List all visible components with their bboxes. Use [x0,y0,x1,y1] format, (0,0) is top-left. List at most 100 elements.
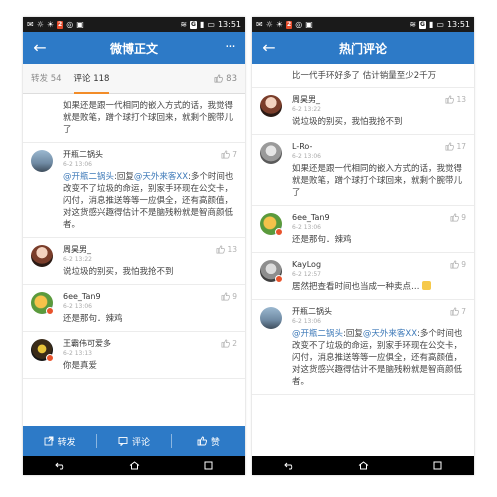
like-button[interactable]: 7 [450,307,466,316]
thumb-up-icon [445,95,455,104]
like-count: 9 [461,260,466,269]
reply-label: :回复 [343,329,363,339]
list-item[interactable]: 周昊男_ 6-2 13:22 说垃圾的别买，我怕我抢不到 13 [252,88,474,135]
mention-link[interactable]: @天外来客XX [363,329,417,339]
left-phone-screen: ✉ ☼ ☀ 2 ◎ ▣ ≋ G ▮ ▭ 13:51 ← 微博正文 ··· 转发 … [23,17,245,475]
list-item[interactable]: 6ee_Tan9 6-2 13:06 还是那句．辣鸡 9 [252,206,474,253]
comment-author[interactable]: KayLog [292,259,466,270]
comment-date: 6-2 13:06 [292,224,321,231]
avatar[interactable] [31,245,53,267]
tab-reposts[interactable]: 转发 54 [31,64,62,94]
list-item[interactable]: L-Ro- 6-2 13:06 如果还是跟一代相同的嵌入方式的话，我觉得就是败笔… [252,135,474,206]
mention-link[interactable]: @天外来客XX [134,172,188,182]
status-bar: ✉ ☼ ☀ 2 ◎ ▣ ≋ G ▮ ▭ 13:51 [23,17,245,32]
like-button[interactable]: 9 [221,292,237,301]
comment-text: 说垃圾的别买，我怕我抢不到 [63,267,174,277]
comment-author[interactable]: 开瓶二锅头 [292,306,466,317]
like-button[interactable]: 2 [221,339,237,348]
like-count: 9 [232,292,237,301]
avatar[interactable] [260,142,282,164]
system-nav-bar [252,456,474,475]
verified-badge [275,228,283,236]
home-icon [129,461,139,470]
repost-button[interactable]: 转发 [23,426,96,456]
weather-icon: ☼ [265,19,273,29]
comment-text: 说垃圾的别买，我怕我抢不到 [292,117,403,127]
nav-back-button[interactable] [279,456,299,475]
comment-date: 6-2 12:57 [292,271,321,278]
signal-icon: ▮ [199,19,205,29]
comment-author[interactable]: 王霸伟可爱多 [63,338,237,349]
more-options-icon[interactable]: ··· [221,38,239,58]
nav-recents-button[interactable] [427,456,447,475]
like-count: 9 [461,213,466,222]
comment-text: 如果还是跟一代相同的嵌入方式的话，我觉得就是败笔，蹭个球打个球回来，就剩个腕带儿… [292,164,463,198]
back-icon [283,462,292,469]
like-count: 13 [456,95,466,104]
back-arrow-icon[interactable]: ← [31,38,49,58]
comment-author[interactable]: 6ee_Tan9 [63,291,237,302]
comment-author[interactable]: 周昊男_ [63,244,237,255]
comment-text: 还是那句．辣鸡 [63,314,123,324]
mention-link[interactable]: @开瓶二锅头 [292,329,343,339]
hot-comment-list[interactable]: 比一代手环好多了 估计销量至少2千万 周昊男_ 6-2 13:22 说垃圾的别买… [252,64,474,456]
nav-recents-button[interactable] [198,456,218,475]
comment-author[interactable]: 周昊男_ [292,94,466,105]
like-count: 13 [227,245,237,254]
list-item[interactable]: KayLog 6-2 12:57 居然把查看时间也当成一种卖点… 9 [252,253,474,300]
like-button[interactable]: 7 [221,150,237,159]
right-phone-screen: ✉ ☼ ☀ 2 ◎ ▣ ≋ G ▮ ▭ 13:51 ← 热门评论 比一代手环好多… [252,17,474,475]
list-item[interactable]: 周昊男_ 6-2 13:22 说垃圾的别买，我怕我抢不到 13 [23,238,245,285]
list-item: 如果还是跟一代相同的嵌入方式的话，我觉得就是败笔，蹭个球打个球回来，就剩个腕带儿… [23,94,245,143]
network-type-badge: G [190,20,197,29]
tab-comments[interactable]: 评论 118 [73,64,110,94]
list-item[interactable]: 6ee_Tan9 6-2 13:06 还是那句．辣鸡 9 [23,285,245,332]
like-button[interactable]: 9 [450,260,466,269]
mention-link[interactable]: @开瓶二锅头 [63,172,114,182]
comment-author[interactable]: 开瓶二锅头 [63,149,237,160]
comment-author[interactable]: L-Ro- [292,141,466,152]
back-icon [54,462,63,469]
thumb-up-icon [214,74,224,83]
nav-home-button[interactable] [353,456,373,475]
clock: 13:51 [217,20,241,29]
like-button[interactable]: 13 [216,245,237,254]
nav-back-button[interactable] [50,456,70,475]
tab-likes[interactable]: 83 [214,74,237,84]
wechat-icon: ◎ [295,19,303,29]
comment-date: 6-2 13:06 [292,153,321,160]
comment-author[interactable]: 6ee_Tan9 [292,212,466,223]
sun-icon: ☀ [46,19,55,29]
network-type-badge: G [419,20,426,29]
sun-icon: ☀ [275,19,284,29]
list-item[interactable]: 王霸伟可爱多 6-2 13:13 你是真爱 2 [23,332,245,379]
title-bar: ← 微博正文 ··· [23,32,245,64]
status-bar: ✉ ☼ ☀ 2 ◎ ▣ ≋ G ▮ ▭ 13:51 [252,17,474,32]
like-action-button[interactable]: 赞 [172,426,245,456]
verified-badge [46,307,54,315]
thumb-up-icon [216,245,226,254]
battery-icon: ▭ [436,19,444,29]
likes-count: 83 [226,73,237,84]
comment-list[interactable]: 如果还是跟一代相同的嵌入方式的话，我觉得就是败笔，蹭个球打个球回来，就剩个腕带儿… [23,94,245,426]
thumb-up-icon [197,436,207,446]
comment-date: 6-2 13:06 [63,161,92,168]
avatar[interactable] [260,307,282,329]
list-item[interactable]: 开瓶二锅头 6-2 13:06 @开瓶二锅头:回复@天外来客XX:多个时间也改变… [23,143,245,238]
battery-icon: ▭ [207,19,215,29]
avatar[interactable] [260,95,282,117]
nav-home-button[interactable] [124,456,144,475]
comment-text: 居然把查看时间也当成一种卖点… [292,281,466,293]
clock: 13:51 [446,20,470,29]
back-arrow-icon[interactable]: ← [260,38,278,58]
like-button[interactable]: 13 [445,95,466,104]
like-button[interactable]: 9 [450,213,466,222]
smiley-emoji-icon [421,281,431,290]
avatar[interactable] [31,150,53,172]
like-button[interactable]: 17 [445,142,466,151]
list-item[interactable]: 开瓶二锅头 6-2 13:06 @开瓶二锅头:回复@天外来客XX:多个时间也改变… [252,300,474,395]
comment-text: @开瓶二锅头:回复@天外来客XX:多个时间也改变不了垃圾的命运，别家手环现在公交… [63,171,237,231]
like-label: 赞 [210,437,220,448]
title-bar: ← 热门评论 [252,32,474,64]
comment-button[interactable]: 评论 [97,426,170,456]
